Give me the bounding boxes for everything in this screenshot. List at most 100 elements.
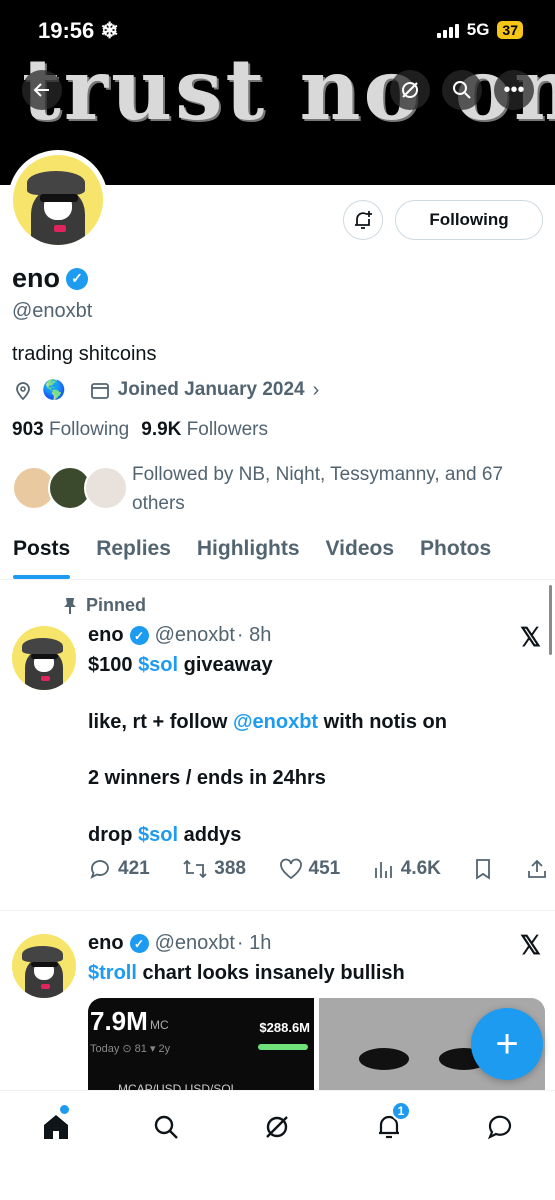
verified-badge-icon: ✓: [129, 626, 149, 645]
pin-icon: [64, 597, 76, 614]
profile-handle: @enoxbt: [12, 300, 93, 322]
display-name: eno ✓: [12, 263, 89, 294]
nav-messages[interactable]: [480, 1107, 520, 1147]
nav-home[interactable]: [36, 1105, 76, 1147]
chevron-right-icon[interactable]: ›: [313, 379, 320, 402]
post-handle[interactable]: @enoxbt: [155, 932, 235, 955]
location-pin-icon: [16, 382, 30, 401]
post-author-name[interactable]: eno: [88, 624, 124, 647]
status-indicators: 5G 37: [436, 20, 523, 40]
tab-photos[interactable]: Photos: [407, 533, 504, 579]
notify-button[interactable]: [343, 200, 383, 240]
display-name-text: eno: [12, 263, 61, 293]
heart-icon: [279, 858, 302, 880]
snowflake-icon: ❄: [100, 18, 119, 43]
search-button[interactable]: [442, 70, 482, 110]
globe-emoji-icon: 🌎: [42, 380, 66, 401]
nav-search[interactable]: [146, 1107, 186, 1147]
mention-link[interactable]: @enoxbt: [233, 711, 318, 733]
x-logo-icon[interactable]: 𝕏: [520, 930, 541, 961]
nav-grok[interactable]: [257, 1107, 297, 1147]
repost-icon: [183, 859, 207, 879]
mc-label: MC: [150, 1018, 169, 1032]
home-unread-dot: [60, 1105, 69, 1114]
grok-icon: [266, 1116, 288, 1138]
tab-highlights[interactable]: Highlights: [184, 533, 313, 579]
home-icon: [44, 1115, 68, 1139]
plus-icon: +: [495, 1021, 519, 1066]
profile-avatar[interactable]: [8, 150, 108, 250]
views-button[interactable]: 4.6K: [373, 858, 441, 880]
post-media-chart[interactable]: 7.9M MC $288.6M Today ⊙ 81 ▾ 2y MCAP/USD…: [88, 998, 314, 1098]
x-logo-icon[interactable]: 𝕏: [520, 622, 541, 653]
repost-button[interactable]: 388: [182, 858, 246, 880]
penguin-avatar-image: [12, 626, 76, 690]
grok-icon: [402, 82, 418, 98]
more-button[interactable]: •••: [494, 70, 534, 110]
following-link[interactable]: 903 Following: [12, 419, 129, 441]
reply-button[interactable]: 421: [88, 858, 150, 880]
tab-videos[interactable]: Videos: [313, 533, 407, 579]
search-icon: [453, 81, 471, 99]
bell-plus-icon: [355, 211, 372, 229]
views-chart-icon: [374, 862, 392, 878]
more-dots-icon: •••: [503, 78, 525, 101]
follower-avatars: [12, 460, 132, 510]
scrollbar[interactable]: [549, 585, 552, 655]
post-author-name[interactable]: eno: [88, 932, 124, 955]
post-avatar[interactable]: [12, 626, 76, 690]
post-text-line: $troll chart looks insanely bullish: [88, 962, 405, 984]
calendar-icon: [90, 383, 109, 399]
share-icon: [528, 859, 546, 878]
joined-date[interactable]: Joined January 2024: [118, 379, 305, 401]
avatar: [84, 466, 128, 510]
like-button[interactable]: 451: [279, 858, 340, 880]
network-label: 5G: [466, 20, 490, 39]
search-icon: [154, 1115, 178, 1139]
verified-badge-icon: ✓: [129, 934, 149, 953]
price-value: $288.6M: [259, 1020, 310, 1035]
post-text-line: drop $sol addys: [88, 824, 242, 846]
follow-counts: 903 Following 9.9K Followers: [12, 419, 268, 441]
compose-button[interactable]: +: [471, 1008, 543, 1080]
following-button[interactable]: Following: [395, 200, 543, 240]
troll-eye: [359, 1048, 409, 1070]
followers-link[interactable]: 9.9K Followers: [141, 419, 268, 441]
pinned-label: Pinned: [62, 595, 146, 616]
tab-posts[interactable]: Posts: [0, 533, 83, 579]
profile-bio: trading shitcoins: [12, 343, 157, 365]
followed-by[interactable]: Followed by NB, Niqht, Tessymanny, and 6…: [12, 460, 552, 518]
profile-tabs: Posts Replies Highlights Videos Photos: [0, 533, 555, 580]
post-text-line: $100 $sol giveaway: [88, 654, 273, 676]
messages-icon: [487, 1115, 512, 1140]
grok-button[interactable]: [390, 70, 430, 110]
status-bar: 19:56 ❄ 5G 37: [0, 0, 555, 60]
post-header: eno ✓ @enoxbt · 1h: [88, 932, 271, 955]
followed-by-text: Followed by NB, Niqht, Tessymanny, and 6…: [132, 464, 504, 514]
post-time[interactable]: · 8h: [237, 624, 271, 647]
post-text-line: 2 winners / ends in 24hrs: [88, 767, 326, 789]
nav-notifications[interactable]: 1: [369, 1101, 411, 1147]
share-button[interactable]: [526, 858, 548, 880]
bottom-nav: 1: [0, 1090, 555, 1200]
chart-subtitle: Today ⊙ 81 ▾ 2y: [90, 1043, 171, 1055]
bookmark-button[interactable]: [473, 858, 493, 880]
post-avatar[interactable]: [12, 934, 76, 998]
post-header: eno ✓ @enoxbt · 8h: [88, 624, 271, 647]
cashtag-link[interactable]: $troll: [88, 962, 137, 984]
market-cap-value: 7.9M: [90, 1006, 148, 1036]
post-text-line: like, rt + follow @enoxbt with notis on: [88, 711, 447, 733]
back-button[interactable]: [22, 70, 62, 110]
tab-replies[interactable]: Replies: [83, 533, 184, 579]
cashtag-link[interactable]: $sol: [138, 654, 178, 676]
verified-badge-icon: ✓: [66, 267, 89, 290]
cashtag-link[interactable]: $sol: [138, 824, 178, 846]
post-divider: [0, 910, 555, 911]
signal-icon: [436, 22, 459, 38]
notifications-badge: 1: [391, 1101, 411, 1121]
penguin-avatar-image: [13, 155, 103, 245]
penguin-avatar-image: [12, 934, 76, 998]
status-time: 19:56 ❄: [38, 18, 119, 43]
post-handle[interactable]: @enoxbt: [155, 624, 235, 647]
post-time[interactable]: · 1h: [237, 932, 271, 955]
